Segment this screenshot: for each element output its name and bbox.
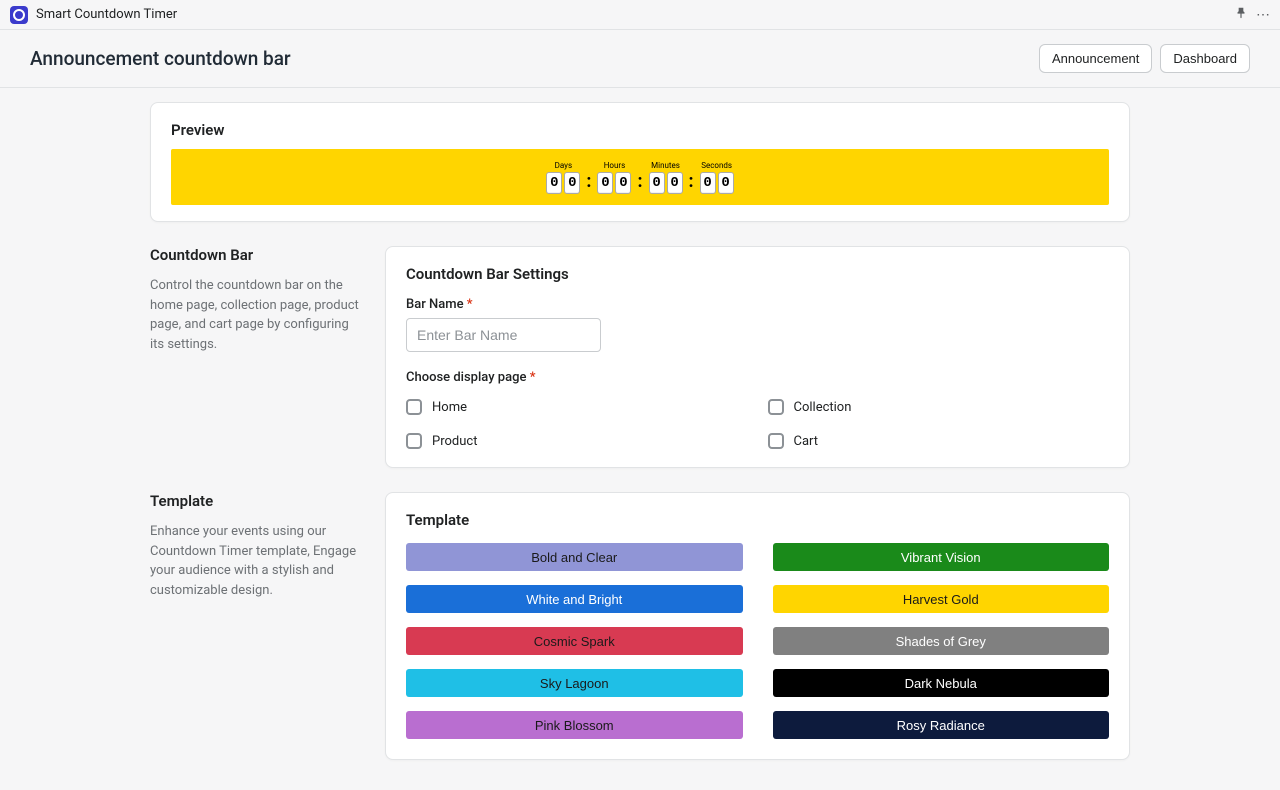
template-option[interactable]: Rosy Radiance	[773, 711, 1110, 739]
settings-card: Countdown Bar Settings Bar Name * Choose…	[385, 246, 1130, 468]
checkbox-home-label: Home	[432, 400, 467, 415]
topbar: Smart Countdown Timer ⋯	[0, 0, 1280, 30]
countdown-colon: :	[586, 171, 591, 194]
settings-side-desc: Control the countdown bar on the home pa…	[150, 276, 365, 354]
app-icon	[10, 6, 28, 24]
countdown-colon: :	[637, 171, 642, 194]
checkbox-product[interactable]	[406, 433, 422, 449]
dashboard-button[interactable]: Dashboard	[1160, 44, 1250, 73]
template-grid: Bold and Clear Vibrant Vision White and Br…	[406, 543, 1109, 739]
preview-card: Preview Days00:Hours00:Minutes00:Seconds…	[150, 102, 1130, 222]
preview-bar: Days00:Hours00:Minutes00:Seconds00	[171, 149, 1109, 205]
countdown-unit: Days 00	[546, 161, 580, 194]
template-option[interactable]: Harvest Gold	[773, 585, 1110, 613]
countdown-unit-label: Minutes	[651, 161, 680, 170]
template-option[interactable]: Shades of Grey	[773, 627, 1110, 655]
announcement-button[interactable]: Announcement	[1039, 44, 1152, 73]
countdown-digit: 0	[564, 172, 580, 194]
template-option[interactable]: Vibrant Vision	[773, 543, 1110, 571]
page-title: Announcement countdown bar	[30, 47, 291, 70]
checkbox-product-label: Product	[432, 434, 477, 449]
template-option[interactable]: Pink Blossom	[406, 711, 743, 739]
countdown-digit: 0	[700, 172, 716, 194]
template-option[interactable]: Bold and Clear	[406, 543, 743, 571]
countdown-unit: Minutes 00	[649, 161, 683, 194]
countdown-digit: 0	[597, 172, 613, 194]
pin-icon[interactable]	[1234, 6, 1248, 24]
template-option[interactable]: White and Bright	[406, 585, 743, 613]
countdown-unit-label: Hours	[604, 161, 626, 170]
template-side-desc: Enhance your events using our Countdown …	[150, 522, 365, 600]
checkbox-collection-label: Collection	[794, 400, 852, 415]
settings-title: Countdown Bar Settings	[406, 265, 1109, 283]
template-title: Template	[406, 511, 1109, 529]
countdown-digit: 0	[546, 172, 562, 194]
template-option[interactable]: Cosmic Spark	[406, 627, 743, 655]
checkbox-home-row: Home	[406, 399, 748, 415]
bar-name-label: Bar Name *	[406, 297, 1109, 312]
app-title: Smart Countdown Timer	[36, 7, 177, 22]
page-header: Announcement countdown bar Announcement …	[0, 30, 1280, 88]
countdown-colon: :	[689, 171, 694, 194]
countdown-unit: Hours 00	[597, 161, 631, 194]
countdown-digit: 0	[718, 172, 734, 194]
countdown: Days00:Hours00:Minutes00:Seconds00	[546, 161, 733, 194]
countdown-digit: 0	[615, 172, 631, 194]
countdown-unit: Seconds 00	[700, 161, 734, 194]
countdown-unit-label: Seconds	[701, 161, 732, 170]
template-option[interactable]: Dark Nebula	[773, 669, 1110, 697]
countdown-unit-label: Days	[555, 161, 572, 170]
checkbox-cart-row: Cart	[768, 433, 1110, 449]
checkbox-cart[interactable]	[768, 433, 784, 449]
template-option[interactable]: Sky Lagoon	[406, 669, 743, 697]
bar-name-input[interactable]	[406, 318, 601, 352]
display-page-label: Choose display page *	[406, 370, 1109, 385]
checkbox-collection-row: Collection	[768, 399, 1110, 415]
checkbox-home[interactable]	[406, 399, 422, 415]
template-side-title: Template	[150, 492, 365, 510]
checkbox-collection[interactable]	[768, 399, 784, 415]
settings-side-title: Countdown Bar	[150, 246, 365, 264]
countdown-digit: 0	[649, 172, 665, 194]
countdown-digit: 0	[667, 172, 683, 194]
more-icon[interactable]: ⋯	[1256, 7, 1270, 23]
preview-title: Preview	[171, 121, 1109, 139]
checkbox-cart-label: Cart	[794, 434, 819, 449]
checkbox-product-row: Product	[406, 433, 748, 449]
